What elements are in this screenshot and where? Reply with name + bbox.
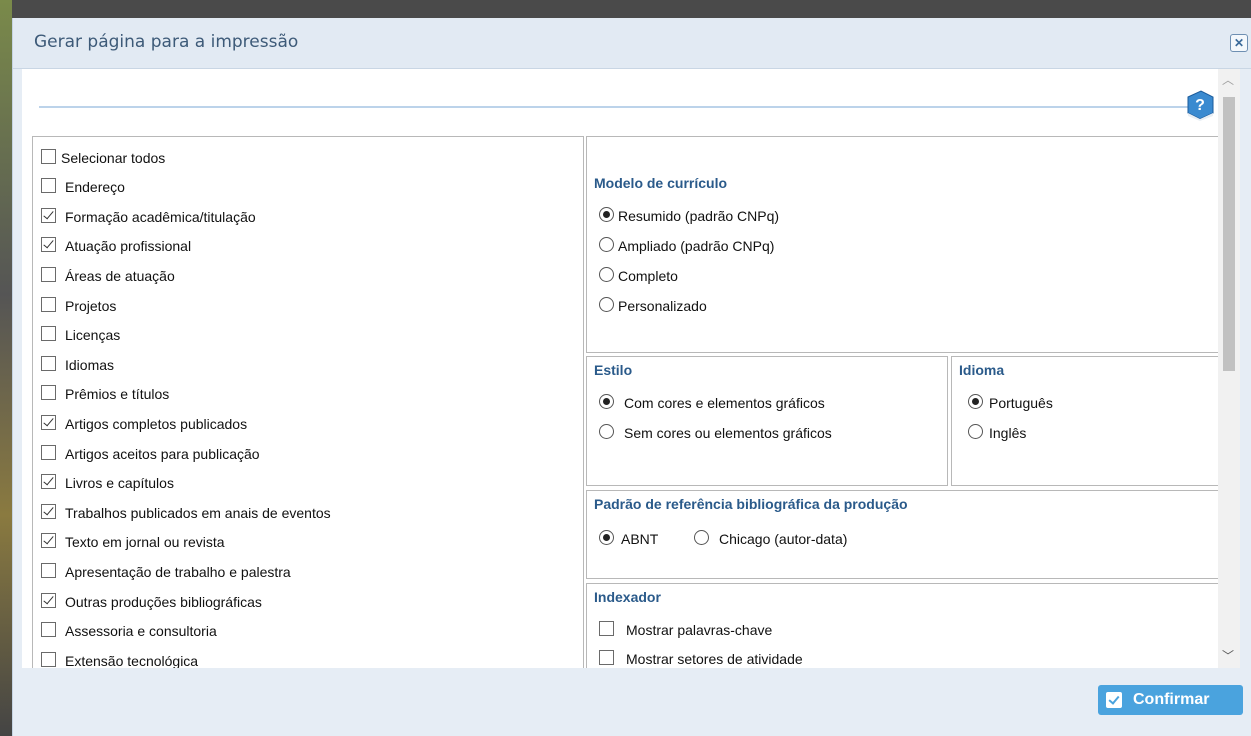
padrao-title: Padrão de referência bibliográfica da pr… — [594, 496, 908, 512]
confirm-button[interactable]: Confirmar — [1098, 685, 1243, 715]
padrao-panel: Padrão de referência bibliográfica da pr… — [586, 490, 1218, 579]
checkbox-box[interactable] — [41, 622, 56, 637]
scroll-thumb[interactable] — [1223, 97, 1235, 371]
radio-button[interactable] — [599, 267, 614, 282]
checkbox-box[interactable] — [41, 208, 56, 223]
radio-button[interactable] — [599, 394, 614, 409]
checkbox-box[interactable] — [41, 356, 56, 371]
checkbox-box[interactable] — [41, 504, 56, 519]
checkbox-box[interactable] — [41, 267, 56, 282]
checkbox-box[interactable] — [41, 652, 56, 667]
scroll-up-icon[interactable]: ︿ — [1222, 71, 1234, 88]
radio-button[interactable] — [599, 424, 614, 439]
radio-button[interactable] — [694, 530, 709, 545]
checkbox-box[interactable] — [41, 445, 56, 460]
check-icon — [1106, 692, 1122, 708]
radio-button[interactable] — [599, 237, 614, 252]
estilo-panel: Estilo Com cores e elementos gráficos Se… — [586, 356, 948, 486]
indexador-title: Indexador — [594, 589, 661, 605]
scroll-down-icon[interactable]: ﹀ — [1222, 647, 1234, 664]
checkbox-box[interactable] — [41, 533, 56, 548]
checkbox-box[interactable] — [41, 415, 56, 430]
checkbox-box[interactable] — [41, 593, 56, 608]
modelo-panel: Modelo de currículo Resumido (padrão CNP… — [586, 136, 1218, 353]
sections-panel: Selecionar todos Endereço Formação acadê… — [32, 136, 584, 668]
checkbox-box[interactable] — [41, 385, 56, 400]
radio-button[interactable] — [599, 297, 614, 312]
dialog-content[interactable]: ? Selecionar todos Endereço Formação aca… — [22, 69, 1218, 668]
modelo-title: Modelo de currículo — [594, 175, 728, 191]
radio-button[interactable] — [599, 530, 614, 545]
vertical-scrollbar[interactable]: ︿ ﹀ — [1218, 69, 1240, 668]
checkbox-box[interactable] — [41, 563, 56, 578]
checkbox-box[interactable] — [41, 326, 56, 341]
checkbox-box[interactable] — [599, 621, 614, 636]
checkbox-box[interactable] — [41, 178, 56, 193]
svg-text:?: ? — [1195, 97, 1205, 114]
checkbox-box[interactable] — [599, 650, 614, 665]
checkbox-box[interactable] — [41, 237, 56, 252]
idioma-title: Idioma — [959, 362, 1005, 378]
collapse-icon[interactable]: ✕ — [1230, 34, 1248, 52]
radio-button[interactable] — [968, 424, 983, 439]
indexador-panel: Indexador Mostrar palavras-chave Mostrar… — [586, 583, 1218, 668]
checkbox-box[interactable] — [41, 297, 56, 312]
divider — [39, 106, 1189, 108]
radio-button[interactable] — [968, 394, 983, 409]
help-book-icon[interactable]: ? — [1185, 89, 1215, 121]
checkbox-box[interactable] — [41, 149, 56, 164]
dialog-titlebar: Gerar página para a impressão ✕ — [13, 18, 1251, 69]
estilo-title: Estilo — [594, 362, 633, 378]
dialog-title: Gerar página para a impressão — [34, 32, 299, 52]
background-edge — [0, 0, 12, 736]
radio-button[interactable] — [599, 207, 614, 222]
idioma-panel: Idioma Português Inglês — [951, 356, 1218, 486]
print-dialog: Gerar página para a impressão ✕ ? Seleci… — [12, 18, 1251, 736]
checkbox-box[interactable] — [41, 474, 56, 489]
